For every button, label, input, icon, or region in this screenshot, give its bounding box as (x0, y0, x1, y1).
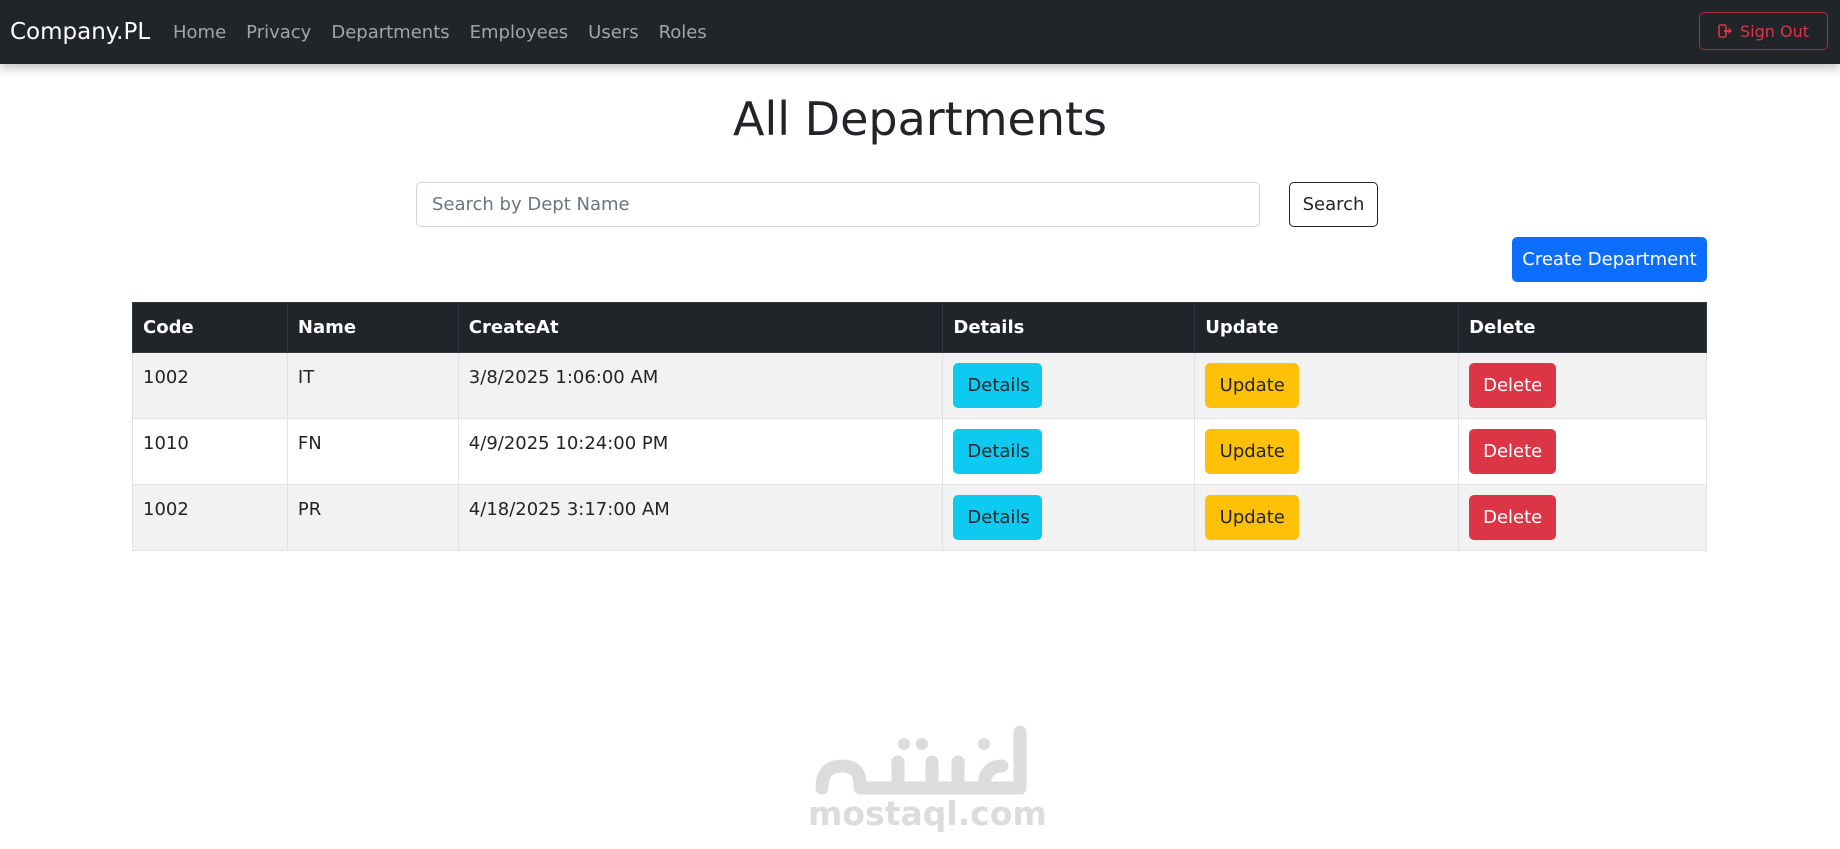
details-button[interactable]: Details (953, 495, 1043, 540)
nav-link-home[interactable]: Home (163, 22, 236, 43)
cell-createat: 4/18/2025 3:17:00 AM (457, 484, 944, 551)
cell-update: Update (1194, 484, 1460, 551)
cell-code: 1002 (132, 352, 288, 419)
delete-button[interactable]: Delete (1469, 363, 1557, 408)
cell-code: 1010 (132, 418, 288, 485)
table-row: 1002 IT 3/8/2025 1:06:00 AM Details Upda… (132, 352, 1707, 419)
brand-link[interactable]: Company.PL (10, 0, 150, 64)
cell-name: IT (286, 352, 459, 419)
cell-delete: Delete (1458, 484, 1707, 551)
page-title: All Departments (733, 92, 1107, 146)
details-button[interactable]: Details (953, 429, 1043, 474)
nav-link-roles[interactable]: Roles (649, 22, 717, 43)
cell-createat: 4/9/2025 10:24:00 PM (457, 418, 944, 485)
nav-link-users[interactable]: Users (578, 22, 648, 43)
cell-code: 1002 (132, 484, 288, 551)
nav-link-privacy[interactable]: Privacy (236, 22, 321, 43)
delete-button[interactable]: Delete (1469, 429, 1557, 474)
create-department-button[interactable]: Create Department (1512, 237, 1707, 282)
sign-out-label: Sign Out (1740, 21, 1809, 41)
cell-createat: 3/8/2025 1:06:00 AM (457, 352, 944, 419)
header-createat: CreateAt (457, 302, 944, 353)
search-input[interactable] (416, 182, 1260, 227)
cell-update: Update (1194, 352, 1460, 419)
departments-table: Code Name CreateAt Details Update Delete… (132, 302, 1707, 551)
mostaql-logo-icon (815, 725, 1027, 795)
delete-button[interactable]: Delete (1469, 495, 1557, 540)
sign-out-button[interactable]: Sign Out (1699, 12, 1828, 50)
update-button[interactable]: Update (1205, 429, 1300, 474)
cell-name: FN (286, 418, 459, 485)
update-button[interactable]: Update (1205, 495, 1300, 540)
header-update: Update (1194, 302, 1460, 353)
nav-link-departments[interactable]: Departments (321, 22, 459, 43)
cell-name: PR (286, 484, 459, 551)
table-body: 1002 IT 3/8/2025 1:06:00 AM Details Upda… (132, 352, 1707, 551)
table-header: Code Name CreateAt Details Update Delete (132, 302, 1707, 353)
header-details: Details (942, 302, 1196, 353)
sign-out-icon (1718, 24, 1732, 38)
watermark-text: mostaql.com (808, 794, 1047, 833)
watermark: mostaql.com (808, 722, 1047, 833)
cell-update: Update (1194, 418, 1460, 485)
search-button[interactable]: Search (1289, 182, 1378, 227)
header-code: Code (132, 302, 288, 353)
cell-details: Details (942, 352, 1196, 419)
table-row: 1010 FN 4/9/2025 10:24:00 PM Details Upd… (132, 418, 1707, 485)
header-delete: Delete (1458, 302, 1707, 353)
nav-link-employees[interactable]: Employees (460, 22, 579, 43)
navbar: Company.PL Home Privacy Departments Empl… (0, 0, 1840, 64)
table-header-row: Code Name CreateAt Details Update Delete (132, 302, 1707, 353)
nav-links: Home Privacy Departments Employees Users… (163, 0, 717, 64)
cell-delete: Delete (1458, 352, 1707, 419)
cell-details: Details (942, 418, 1196, 485)
cell-details: Details (942, 484, 1196, 551)
header-name: Name (286, 302, 459, 353)
table-row: 1002 PR 4/18/2025 3:17:00 AM Details Upd… (132, 484, 1707, 551)
details-button[interactable]: Details (953, 363, 1043, 408)
update-button[interactable]: Update (1205, 363, 1300, 408)
cell-delete: Delete (1458, 418, 1707, 485)
